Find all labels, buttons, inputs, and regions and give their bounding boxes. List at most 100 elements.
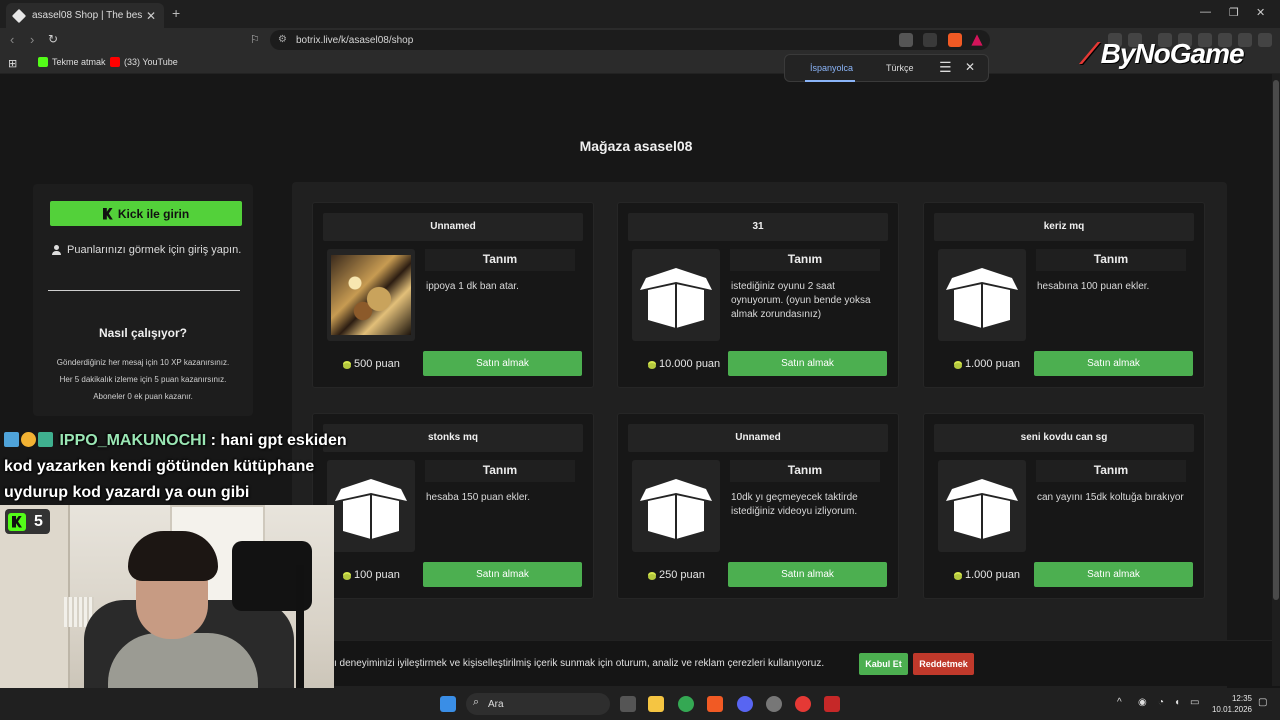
back-icon[interactable]: ‹ — [10, 32, 14, 47]
chrome-icon[interactable] — [678, 696, 694, 712]
how-it-works-title: Nasıl çalışıyor? — [98, 326, 188, 340]
coins-icon — [954, 360, 964, 369]
search-placeholder: Ara — [488, 698, 504, 710]
battery-icon[interactable]: ▭ — [1190, 697, 1199, 708]
item-desc-title: Tanım — [730, 460, 880, 482]
media-player-icon[interactable] — [795, 696, 811, 712]
cam-person-hair — [128, 531, 218, 581]
box-icon — [946, 268, 1018, 328]
badge-icon — [21, 432, 36, 447]
kick-logo-icon — [102, 207, 113, 220]
item-description: hesaba 150 puan ekler. — [426, 492, 530, 503]
item-desc-title: Tanım — [1036, 249, 1186, 271]
item-price: 100 puan — [343, 569, 400, 581]
url-field[interactable]: ⚙ botrix.live/k/asasel08/shop — [270, 30, 990, 50]
discord-icon[interactable] — [737, 696, 753, 712]
buy-button[interactable]: Satın almak — [423, 351, 582, 376]
item-image — [938, 249, 1026, 341]
cookie-reject-button[interactable]: Reddetmek — [913, 653, 974, 675]
item-description: 10dk yı geçmeyecek taktirde istediğiniz … — [731, 492, 858, 517]
scrollbar-thumb[interactable] — [1273, 80, 1279, 600]
tray-overflow-icon[interactable]: ^ — [1117, 697, 1122, 708]
item-name: seni kovdu can sg — [934, 424, 1194, 452]
login-hint: Puanlarınızı görmek için giriş yapın. — [52, 244, 241, 256]
item-description: can yayını 15dk koltuğa bırakıyor — [1037, 492, 1184, 503]
bynogame-mark-icon: ⟋ — [1080, 38, 1100, 69]
item-image — [632, 249, 720, 341]
translate-icon[interactable] — [899, 33, 913, 47]
reload-icon[interactable]: ↻ — [48, 32, 58, 46]
cookie-text: ı deneyiminizi iyileştirmek ve kişiselle… — [334, 658, 825, 669]
kick-icon — [8, 512, 26, 531]
kick-icon — [38, 57, 48, 67]
buy-button[interactable]: Satın almak — [1034, 562, 1193, 587]
translate-close-icon[interactable]: ✕ — [965, 60, 975, 74]
notifications-icon[interactable]: ▢ — [1258, 697, 1267, 708]
chat-username: IPPO_MAKUNOCHI — [59, 432, 207, 449]
translate-target-lang[interactable]: Türkçe — [886, 63, 914, 73]
shop-item-card: 31 Tanım istediğiniz oyunu 2 saat oynuyo… — [617, 202, 899, 388]
shop-item-card: keriz mq Tanım hesabına 100 puan ekler. … — [923, 202, 1205, 388]
translate-menu-icon[interactable]: ☰ — [939, 59, 952, 76]
price-text: 500 puan — [354, 358, 400, 370]
box-icon — [640, 268, 712, 328]
buy-button[interactable]: Satın almak — [423, 562, 582, 587]
mic-icon[interactable]: ◉ — [1138, 697, 1147, 708]
start-icon[interactable] — [440, 696, 456, 712]
badge-icon — [38, 432, 53, 447]
user-icon — [52, 245, 61, 255]
bookmark-icon[interactable]: ⚐ — [250, 33, 260, 46]
bookmark-youtube[interactable]: (33) YouTube — [110, 57, 178, 67]
coins-icon — [648, 360, 658, 369]
volume-icon[interactable]: ◖ — [1174, 697, 1180, 708]
buy-button[interactable]: Satın almak — [1034, 351, 1193, 376]
cookie-accept-button[interactable]: Kabul Et — [859, 653, 908, 675]
site-info-icon[interactable]: ⚙ — [278, 34, 287, 45]
shop-item-card: seni kovdu can sg Tanım can yayını 15dk … — [923, 413, 1205, 599]
brave-shield-icon[interactable] — [948, 33, 962, 47]
apps-grid-icon[interactable]: ⊞ — [8, 57, 17, 70]
taskbar-clock[interactable]: 12:35 10.01.2026 — [1208, 693, 1252, 715]
viewer-count: 5 — [34, 512, 43, 530]
window-close-icon[interactable]: ✕ — [1256, 6, 1265, 19]
item-image — [632, 460, 720, 552]
minimize-icon[interactable]: — — [1200, 6, 1211, 18]
close-tab-icon[interactable]: ✕ — [146, 9, 156, 23]
brave-icon[interactable] — [707, 696, 723, 712]
windows-taskbar: ⌕ Ara ^ ◉ ◔ ◖ ▭ 12:35 10.01.2026 ▢ — [0, 688, 1280, 720]
buy-button[interactable]: Satın almak — [728, 562, 887, 587]
price-text: 1.000 puan — [965, 569, 1021, 581]
translate-source-lang[interactable]: İspanyolca — [810, 63, 853, 73]
badge-icon — [4, 432, 19, 447]
how-line: Her 5 dakikalık izleme için 5 puan kazan… — [59, 375, 227, 384]
chat-overlay-message: IPPO_MAKUNOCHI : hani gpt eskiden kod ya… — [4, 428, 364, 506]
price-text: 250 puan — [659, 569, 705, 581]
how-line: Gönderdiğiniz her mesaj için 10 XP kazan… — [56, 358, 230, 367]
item-image — [327, 249, 415, 341]
taskbar-search[interactable]: ⌕ Ara — [466, 693, 610, 715]
clock-time: 12:35 — [1231, 694, 1252, 703]
app-icon[interactable] — [824, 696, 840, 712]
restore-icon[interactable]: ❐ — [1229, 6, 1239, 19]
share-icon[interactable] — [923, 33, 937, 47]
menu-icon[interactable] — [1258, 33, 1272, 47]
box-icon — [640, 479, 712, 539]
buy-button[interactable]: Satın almak — [728, 351, 887, 376]
item-price: 500 puan — [343, 358, 400, 370]
page-scrollbar[interactable] — [1272, 74, 1280, 686]
item-price: 1.000 puan — [954, 358, 1020, 370]
kick-login-button[interactable]: Kick ile girin — [50, 201, 242, 226]
settings-icon[interactable] — [766, 696, 782, 712]
file-explorer-icon[interactable] — [648, 696, 664, 712]
bookmark-kick[interactable]: Tekme atmak — [38, 57, 106, 67]
price-text: 10.000 puan — [659, 358, 721, 370]
wifi-icon[interactable]: ◔ — [1158, 697, 1164, 708]
shop-item-card: Unnamed Tanım ippoya 1 dk ban atar. 500 … — [312, 202, 594, 388]
new-tab-icon[interactable]: + — [172, 5, 180, 21]
browser-tab[interactable]: asasel08 Shop | The best ChatBo ✕ — [6, 3, 164, 28]
task-view-icon[interactable] — [620, 696, 636, 712]
item-desc-title: Tanım — [425, 460, 575, 482]
logo-text: ByNoGame — [1100, 38, 1245, 69]
item-name: Unnamed — [628, 424, 888, 452]
forward-icon[interactable]: › — [30, 32, 34, 47]
